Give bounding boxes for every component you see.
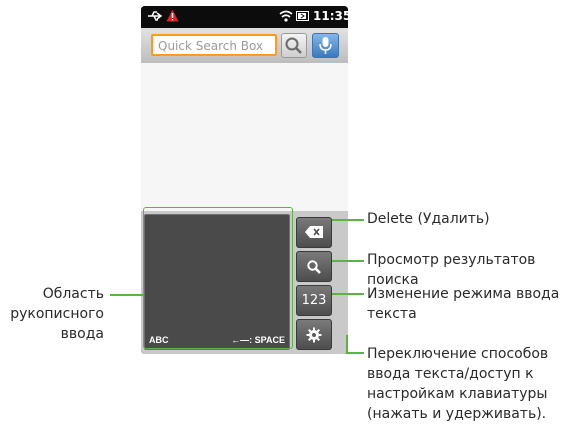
callout-mode-line2: текста	[367, 306, 417, 322]
content-area	[141, 63, 348, 211]
voice-search-button[interactable]	[312, 33, 339, 58]
wifi-icon	[279, 10, 293, 22]
callout-mode-line1: Изменение режима ввода	[367, 286, 560, 302]
callout-line-delete	[332, 219, 364, 221]
callout-settings-line1: Переключение способов	[367, 346, 549, 362]
callout-handwriting-line2: рукописного	[10, 306, 104, 322]
callout-line-settings-v	[346, 335, 348, 353]
callout-delete: Delete (Удалить)	[367, 211, 490, 227]
status-time: 11:35	[313, 9, 348, 23]
callout-settings-line3: настройкам клавиатуры	[367, 386, 548, 402]
callout-handwriting-area: Область рукописного ввода	[0, 284, 104, 344]
settings-key[interactable]	[296, 319, 332, 350]
callout-settings-line2: ввода текста/доступ к	[367, 366, 534, 382]
callout-mode: Изменение режима ввода текста	[367, 284, 559, 324]
status-bar: 11:35	[141, 6, 348, 28]
callout-settings-line4: (нажать и удерживать).	[367, 406, 547, 422]
quick-search-bar: Quick Search Box	[141, 28, 348, 63]
callout-line-search	[332, 260, 364, 262]
callout-handwriting-line3: ввода	[60, 326, 104, 342]
usb-icon	[148, 11, 163, 21]
gear-icon	[306, 327, 322, 343]
handwriting-area-highlight	[143, 207, 293, 349]
callout-line-handwriting	[110, 294, 143, 296]
microphone-icon	[319, 37, 332, 54]
mode-key[interactable]: 123	[296, 285, 332, 316]
battery-icon	[296, 11, 309, 21]
warning-icon	[166, 9, 179, 22]
callout-settings: Переключение способов ввода текста/досту…	[367, 344, 548, 424]
search-button[interactable]	[281, 33, 307, 58]
backspace-icon	[305, 226, 323, 238]
callout-line-settings-h	[346, 352, 364, 354]
callout-line-mode	[332, 293, 364, 295]
callout-handwriting-line1: Область	[42, 286, 104, 302]
magnifier-icon	[285, 37, 302, 54]
quick-search-input[interactable]: Quick Search Box	[151, 34, 277, 56]
delete-key[interactable]	[296, 217, 332, 248]
search-key[interactable]	[296, 251, 332, 282]
magnifier-icon	[307, 260, 321, 274]
